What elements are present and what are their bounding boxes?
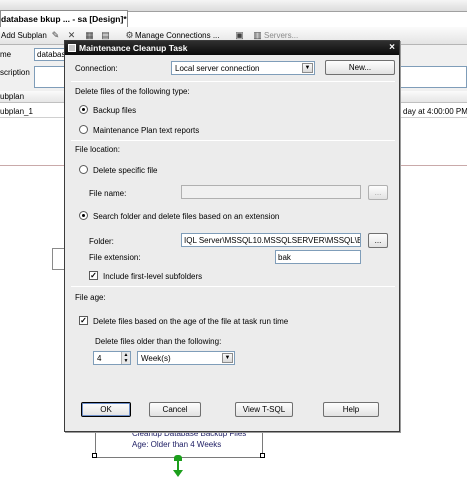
- connection-value: Local server connection: [175, 64, 260, 73]
- resize-handle-bottom-left[interactable]: [92, 453, 97, 458]
- separator: [71, 140, 395, 141]
- subplan-schedule-cell: day at 4:00:00 PM: [403, 107, 467, 116]
- file-name-label: File name:: [89, 189, 127, 198]
- dialog-app-icon: [68, 44, 76, 52]
- search-folder-label[interactable]: Search folder and delete files based on …: [93, 212, 279, 221]
- file-location-heading: File location:: [75, 145, 120, 154]
- dialog-title: Maintenance Cleanup Task: [79, 43, 188, 53]
- resize-handle-bottom-right[interactable]: [260, 453, 265, 458]
- view-tsql-button[interactable]: View T-SQL: [235, 402, 293, 417]
- subplan-name-cell: ubplan_1: [0, 107, 33, 116]
- cancel-button[interactable]: Cancel: [149, 402, 201, 417]
- chevron-down-icon[interactable]: ▼: [222, 353, 233, 363]
- document-tab[interactable]: database bkup ... - sa [Design]*: [0, 10, 128, 27]
- age-unit-value: Week(s): [141, 354, 171, 363]
- chevron-down-icon[interactable]: ▼: [302, 63, 313, 73]
- delete-specific-file-label[interactable]: Delete specific file: [93, 166, 157, 175]
- stepper-arrows-icon[interactable]: ▲ ▼: [121, 352, 130, 364]
- folder-label: Folder:: [89, 237, 114, 246]
- connection-select[interactable]: Local server connection ▼: [171, 61, 315, 75]
- browse-folder-button[interactable]: ...: [368, 233, 388, 248]
- delete-by-age-label[interactable]: Delete files based on the age of the fil…: [93, 317, 288, 326]
- name-label: me: [0, 50, 12, 59]
- connection-label: Connection:: [75, 64, 118, 73]
- older-than-label: Delete files older than the following:: [95, 337, 222, 346]
- separator: [71, 81, 395, 82]
- separator: [71, 286, 395, 287]
- grid-header-subplan: ubplan: [0, 92, 25, 101]
- ok-button[interactable]: OK: [81, 402, 131, 417]
- add-subplan-button[interactable]: Add Subplan: [1, 31, 47, 40]
- age-unit-select[interactable]: Week(s) ▼: [137, 351, 235, 365]
- delete-by-age-checkbox[interactable]: ✓: [79, 316, 88, 325]
- edit-icon[interactable]: ✎: [50, 30, 61, 41]
- help-button[interactable]: Help: [323, 402, 379, 417]
- precedence-arrow-head-icon: [173, 470, 183, 477]
- manage-connections-button[interactable]: Manage Connections ...: [135, 31, 220, 40]
- include-subfolders-label[interactable]: Include first-level subfolders: [103, 272, 202, 281]
- maintenance-cleanup-dialog: Maintenance Cleanup Task × Connection: L…: [64, 40, 400, 432]
- document-tab-title: database bkup ... - sa [Design]*: [1, 14, 127, 24]
- description-label: scription: [0, 68, 30, 77]
- text-reports-label[interactable]: Maintenance Plan text reports: [93, 126, 199, 135]
- age-amount-value: 4: [97, 354, 102, 363]
- file-extension-field[interactable]: bak: [275, 250, 361, 264]
- text-reports-radio[interactable]: [79, 125, 88, 134]
- file-age-heading: File age:: [75, 293, 106, 302]
- backup-files-label[interactable]: Backup files: [93, 106, 136, 115]
- backup-files-radio[interactable]: [79, 105, 88, 114]
- dialog-titlebar[interactable]: Maintenance Cleanup Task ×: [65, 41, 399, 55]
- close-icon[interactable]: ×: [389, 42, 395, 53]
- file-name-field[interactable]: [181, 185, 361, 199]
- browse-file-button[interactable]: ...: [368, 185, 388, 200]
- servers-button[interactable]: Servers...: [264, 31, 298, 40]
- search-folder-radio[interactable]: [79, 211, 88, 220]
- delete-type-heading: Delete files of the following type:: [75, 87, 190, 96]
- folder-field[interactable]: IQL Server\MSSQL10.MSSQLSERVER\MSSQL\Bac…: [181, 233, 361, 247]
- delete-specific-file-radio[interactable]: [79, 165, 88, 174]
- new-connection-button[interactable]: New...: [325, 60, 395, 75]
- include-subfolders-checkbox[interactable]: ✓: [89, 271, 98, 280]
- file-extension-label: File extension:: [89, 253, 141, 262]
- task-detail: Age: Older than 4 Weeks: [132, 440, 222, 449]
- age-amount-stepper[interactable]: 4 ▲ ▼: [93, 351, 131, 365]
